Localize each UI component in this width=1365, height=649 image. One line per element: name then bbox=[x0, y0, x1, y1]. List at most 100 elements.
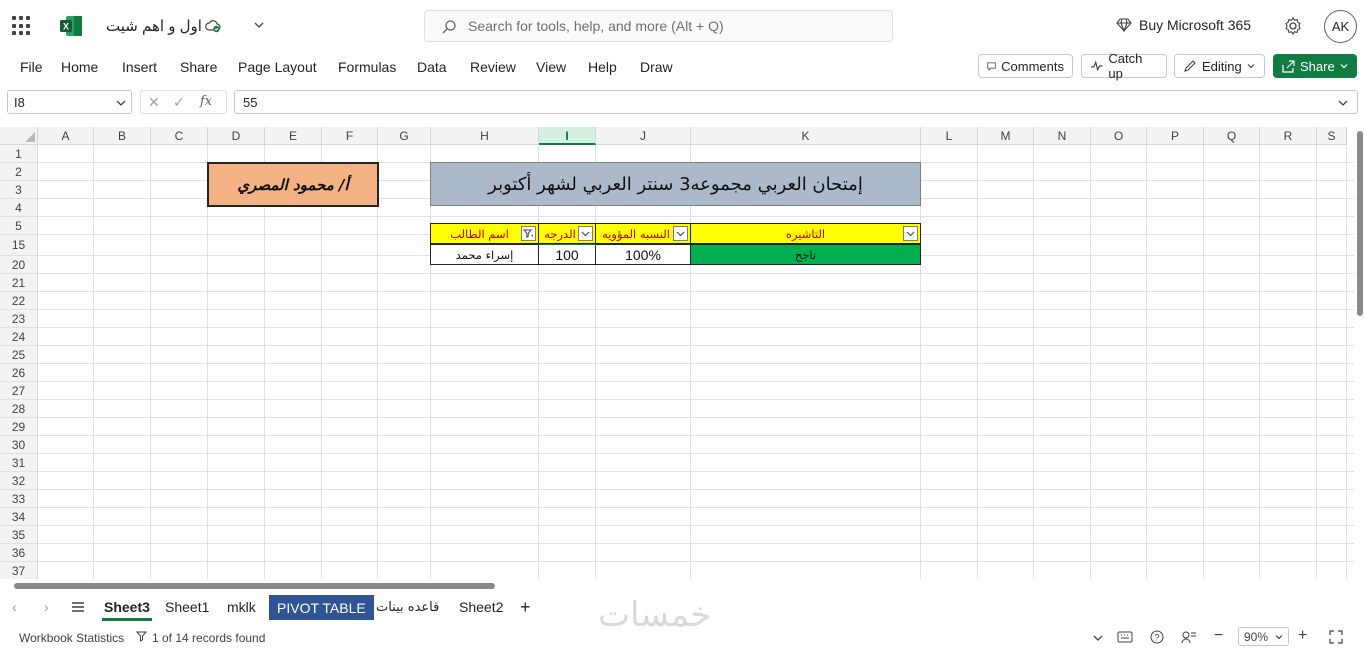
menu-draw[interactable]: Draw bbox=[640, 59, 673, 75]
row-header-30[interactable]: 30 bbox=[0, 436, 38, 454]
row-header-34[interactable]: 34 bbox=[0, 508, 38, 526]
tab-mklk[interactable]: mklk bbox=[225, 593, 258, 621]
menu-page-layout[interactable]: Page Layout bbox=[238, 59, 317, 75]
row-header-27[interactable]: 27 bbox=[0, 382, 38, 400]
row-header-24[interactable]: 24 bbox=[0, 328, 38, 346]
excel-logo-icon[interactable]: X bbox=[60, 16, 82, 36]
row-header-32[interactable]: 32 bbox=[0, 472, 38, 490]
header-grade[interactable]: الدرجه bbox=[538, 223, 596, 244]
menu-formulas[interactable]: Formulas bbox=[338, 59, 396, 75]
chevron-down-icon[interactable] bbox=[115, 97, 127, 109]
menu-view[interactable]: View bbox=[536, 59, 566, 75]
zoom-level-dropdown[interactable]: 90% bbox=[1238, 627, 1289, 646]
column-header-e[interactable]: E bbox=[265, 127, 322, 145]
all-sheets-menu-icon[interactable] bbox=[70, 600, 86, 614]
column-header-b[interactable]: B bbox=[94, 127, 151, 145]
buy-microsoft-365-button[interactable]: Buy Microsoft 365 bbox=[1116, 17, 1251, 33]
author-label[interactable]: أ/ محمود المصري bbox=[207, 162, 379, 207]
vertical-scrollbar[interactable] bbox=[1354, 127, 1365, 579]
vertical-scroll-thumb[interactable] bbox=[1357, 131, 1363, 316]
select-all-corner[interactable] bbox=[0, 127, 38, 145]
next-sheet-icon[interactable]: › bbox=[42, 593, 51, 621]
fullscreen-icon[interactable] bbox=[1329, 630, 1343, 644]
column-header-q[interactable]: Q bbox=[1204, 127, 1260, 145]
filter-dropdown-icon[interactable] bbox=[578, 226, 593, 241]
menu-review[interactable]: Review bbox=[470, 59, 516, 75]
menu-file[interactable]: File bbox=[20, 59, 43, 75]
horizontal-scrollbar[interactable] bbox=[0, 579, 1365, 591]
row-header-22[interactable]: 22 bbox=[0, 292, 38, 310]
row-header-31[interactable]: 31 bbox=[0, 454, 38, 472]
cell-percentage[interactable]: 100% bbox=[595, 244, 691, 265]
menu-insert[interactable]: Insert bbox=[122, 59, 157, 75]
exam-title-banner[interactable]: إمتحان العربي مجموعه3 سنتر العربي لشهر أ… bbox=[430, 162, 921, 206]
column-header-l[interactable]: L bbox=[921, 127, 978, 145]
search-box[interactable] bbox=[424, 10, 893, 42]
settings-gear-icon[interactable] bbox=[1283, 16, 1303, 36]
keyboard-icon[interactable] bbox=[1117, 631, 1133, 643]
catch-up-button[interactable]: Catch up bbox=[1081, 51, 1167, 81]
comments-button[interactable]: Comments bbox=[978, 54, 1073, 78]
row-header-3[interactable]: 3 bbox=[0, 181, 38, 199]
app-launcher-icon[interactable] bbox=[12, 16, 32, 36]
row-header-23[interactable]: 23 bbox=[0, 310, 38, 328]
search-input[interactable] bbox=[468, 11, 878, 41]
row-header-15[interactable]: 15 bbox=[0, 235, 38, 256]
help-icon[interactable]: ? bbox=[1150, 630, 1164, 644]
column-header-h[interactable]: H bbox=[431, 127, 539, 145]
cell-grade[interactable]: 100 bbox=[538, 244, 596, 265]
column-header-r[interactable]: R bbox=[1260, 127, 1317, 145]
chevron-down-icon[interactable] bbox=[1337, 97, 1349, 109]
filter-applied-icon[interactable] bbox=[521, 226, 536, 241]
header-percentage[interactable]: النسبه المؤويه bbox=[595, 223, 691, 244]
chevron-down-icon[interactable] bbox=[252, 18, 266, 32]
row-header-20[interactable]: 20 bbox=[0, 256, 38, 274]
chevron-down-icon[interactable] bbox=[1092, 632, 1104, 644]
column-header-o[interactable]: O bbox=[1091, 127, 1147, 145]
row-header-35[interactable]: 35 bbox=[0, 526, 38, 544]
check-icon[interactable]: ✓ bbox=[173, 94, 185, 111]
formula-input[interactable]: 55 bbox=[234, 90, 1358, 114]
editing-mode-button[interactable]: Editing bbox=[1174, 54, 1265, 78]
row-header-29[interactable]: 29 bbox=[0, 418, 38, 436]
cancel-icon[interactable]: ✕ bbox=[148, 94, 160, 111]
column-header-f[interactable]: F bbox=[322, 127, 378, 145]
menu-data[interactable]: Data bbox=[417, 59, 447, 75]
add-sheet-icon[interactable]: + bbox=[518, 593, 533, 621]
cell-student-name[interactable]: إسراء محمد bbox=[430, 244, 539, 265]
row-header-4[interactable]: 4 bbox=[0, 199, 38, 217]
column-header-k[interactable]: K bbox=[691, 127, 921, 145]
filter-dropdown-icon[interactable] bbox=[903, 226, 918, 241]
row-header-2[interactable]: 2 bbox=[0, 163, 38, 181]
filter-dropdown-icon[interactable] bbox=[673, 226, 688, 241]
header-result[interactable]: التاشيره bbox=[690, 223, 921, 244]
row-header-37[interactable]: 37 bbox=[0, 562, 38, 579]
column-header-n[interactable]: N bbox=[1034, 127, 1091, 145]
column-header-d[interactable]: D bbox=[208, 127, 265, 145]
feedback-icon[interactable] bbox=[1181, 630, 1197, 644]
row-header-28[interactable]: 28 bbox=[0, 400, 38, 418]
previous-sheet-icon[interactable]: ‹ bbox=[10, 593, 19, 621]
row-header-1[interactable]: 1 bbox=[0, 145, 38, 163]
zoom-out-icon[interactable]: − bbox=[1214, 627, 1223, 645]
row-header-26[interactable]: 26 bbox=[0, 364, 38, 382]
header-student-name[interactable]: اسم الطالب bbox=[430, 223, 539, 244]
column-header-c[interactable]: C bbox=[151, 127, 208, 145]
column-header-a[interactable]: A bbox=[38, 127, 94, 145]
menu-share[interactable]: Share bbox=[180, 59, 217, 75]
insert-function-icon[interactable]: fx bbox=[200, 94, 212, 109]
tab-sheet2[interactable]: Sheet2 bbox=[457, 593, 505, 621]
row-header-36[interactable]: 36 bbox=[0, 544, 38, 562]
column-header-p[interactable]: P bbox=[1147, 127, 1204, 145]
column-header-s[interactable]: S bbox=[1317, 127, 1347, 145]
share-button[interactable]: Share bbox=[1273, 54, 1357, 78]
menu-help[interactable]: Help bbox=[588, 59, 617, 75]
spreadsheet-grid[interactable]: ABCDEFGHIJKLMNOPQRS 1 2 3 4 5 15 20 21 22 23 24 25 2… bbox=[0, 127, 1365, 579]
row-header-21[interactable]: 21 bbox=[0, 274, 38, 292]
row-header-33[interactable]: 33 bbox=[0, 490, 38, 508]
tab-pivot-table[interactable]: PIVOT TABLE bbox=[269, 595, 374, 620]
avatar[interactable]: AK bbox=[1324, 10, 1357, 43]
document-title[interactable]: اول و اهم شيت bbox=[106, 17, 202, 35]
column-header-g[interactable]: G bbox=[378, 127, 431, 145]
zoom-in-icon[interactable]: + bbox=[1298, 627, 1307, 645]
